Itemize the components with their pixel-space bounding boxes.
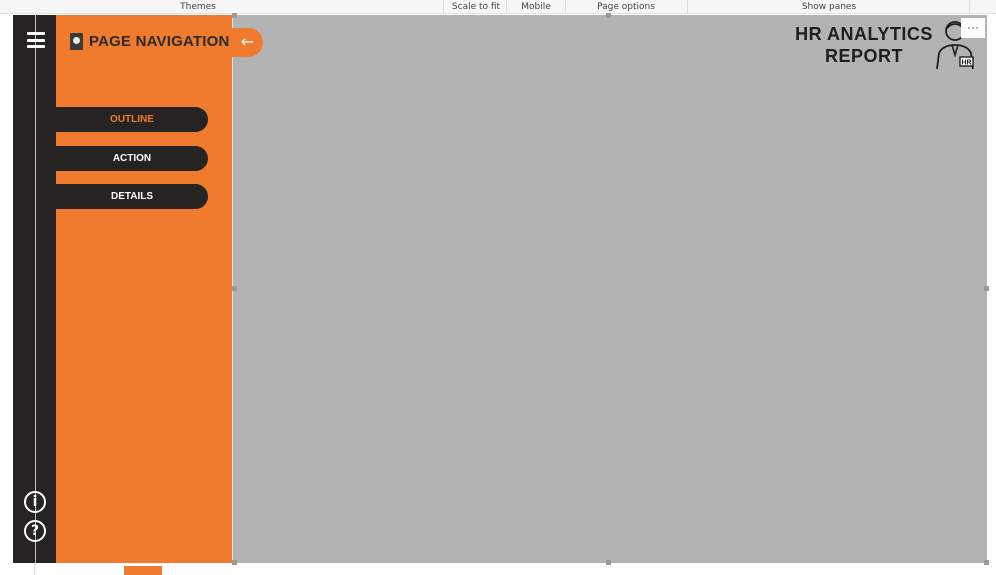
ribbon-group-scale-to-fit[interactable]: Scale to fit [447, 2, 505, 12]
report-title: HR ANALYTICS REPORT [785, 23, 943, 67]
collapse-panel-button[interactable]: ← [232, 28, 263, 57]
status-divider [34, 563, 35, 575]
hr-badge-label: HR [961, 60, 971, 67]
page-tab-active[interactable] [124, 566, 162, 575]
report-title-line-1: HR ANALYTICS [795, 24, 933, 44]
left-rail: i ? [13, 15, 56, 563]
ribbon-divider [969, 0, 970, 14]
report-canvas: i ? PAGE NAVIGATION ← OUTLINE ACTION DET… [13, 15, 987, 563]
resize-handle[interactable] [984, 286, 989, 291]
hamburger-icon[interactable] [27, 32, 45, 48]
resize-handle[interactable] [984, 560, 989, 565]
ribbon-divider [565, 0, 566, 14]
resize-handle[interactable] [606, 13, 611, 18]
report-title-line-2: REPORT [824, 46, 903, 66]
page-navigation-panel: PAGE NAVIGATION [56, 15, 232, 563]
resize-handle[interactable] [232, 286, 237, 291]
nav-button-action[interactable]: ACTION [36, 146, 208, 171]
ribbon-group-page-options[interactable]: Page options [585, 2, 667, 12]
resize-handle[interactable] [232, 560, 237, 565]
ribbon-group-show-panes[interactable]: Show panes [790, 2, 868, 12]
resize-handle[interactable] [606, 560, 611, 565]
nav-button-outline[interactable]: OUTLINE [36, 107, 208, 132]
ribbon-divider [443, 0, 444, 14]
ribbon-bar: Themes Scale to fit Mobile Page options … [0, 0, 996, 14]
rail-divider [35, 15, 36, 563]
ribbon-group-mobile[interactable]: Mobile [510, 2, 562, 12]
info-icon[interactable]: i [24, 491, 46, 513]
more-options-icon[interactable]: ··· [961, 18, 985, 38]
help-icon[interactable]: ? [24, 520, 46, 542]
book-icon [70, 33, 83, 50]
arrow-left-icon: ← [240, 32, 255, 51]
ribbon-divider [687, 0, 688, 14]
ribbon-divider [506, 0, 507, 14]
nav-title: PAGE NAVIGATION [89, 33, 230, 50]
resize-handle[interactable] [232, 13, 237, 18]
nav-button-details[interactable]: DETAILS [36, 184, 208, 209]
ribbon-group-themes[interactable]: Themes [170, 2, 226, 12]
nav-header: PAGE NAVIGATION [70, 33, 230, 50]
